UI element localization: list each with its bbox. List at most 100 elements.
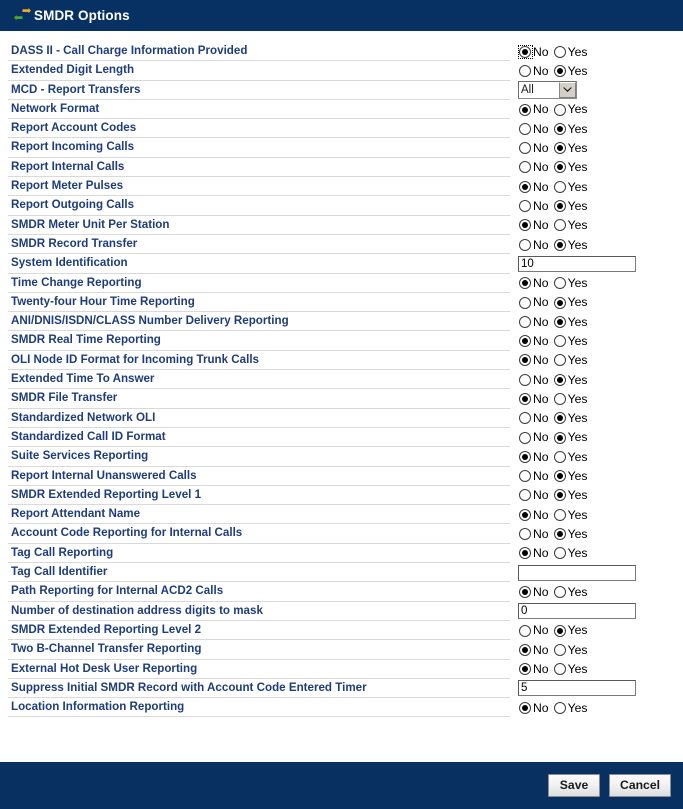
radio-option-yes[interactable]: Yes [553, 701, 591, 715]
radio-option-no[interactable]: No [518, 103, 552, 117]
radio-option-no[interactable]: No [518, 701, 552, 715]
radio-option-yes[interactable]: Yes [553, 238, 591, 252]
radio-button-yes[interactable] [553, 643, 568, 657]
radio-button-no[interactable] [518, 238, 533, 252]
radio-button-no[interactable] [518, 431, 533, 445]
radio-button-yes[interactable] [553, 527, 568, 541]
radio-option-no[interactable]: No [518, 296, 552, 310]
radio-option-no[interactable]: No [518, 373, 552, 387]
radio-button-yes[interactable] [553, 450, 568, 464]
radio-button-yes[interactable] [553, 701, 568, 715]
radio-option-yes[interactable]: Yes [553, 373, 591, 387]
radio-button-no[interactable] [518, 392, 533, 406]
radio-button-yes[interactable] [553, 122, 568, 136]
text-input[interactable] [518, 603, 636, 620]
radio-option-no[interactable]: No [518, 44, 552, 59]
radio-option-no[interactable]: No [518, 199, 552, 213]
radio-button-no[interactable] [518, 508, 533, 522]
radio-option-yes[interactable]: Yes [553, 488, 591, 502]
radio-option-no[interactable]: No [518, 141, 552, 155]
radio-option-no[interactable]: No [518, 469, 552, 483]
radio-button-no[interactable] [518, 141, 533, 155]
radio-option-yes[interactable]: Yes [553, 199, 591, 213]
radio-option-no[interactable]: No [518, 276, 552, 290]
radio-button-no[interactable] [518, 469, 533, 483]
chevron-down-icon[interactable] [559, 82, 576, 99]
radio-button-no[interactable] [518, 643, 533, 657]
radio-option-yes[interactable]: Yes [553, 643, 591, 657]
radio-option-yes[interactable]: Yes [553, 411, 591, 425]
radio-button-no[interactable] [518, 662, 533, 676]
radio-option-yes[interactable]: Yes [553, 662, 591, 676]
radio-option-no[interactable]: No [518, 218, 552, 232]
radio-button-no[interactable] [518, 276, 533, 290]
radio-button-no[interactable] [518, 296, 533, 310]
radio-option-no[interactable]: No [518, 662, 552, 676]
radio-button-no[interactable] [518, 373, 533, 387]
radio-button-yes[interactable] [553, 199, 568, 213]
radio-option-yes[interactable]: Yes [553, 469, 591, 483]
radio-button-no[interactable] [518, 585, 533, 599]
radio-option-no[interactable]: No [518, 488, 552, 502]
radio-button-yes[interactable] [553, 64, 568, 78]
radio-option-yes[interactable]: Yes [553, 122, 591, 136]
radio-button-no[interactable] [518, 624, 533, 638]
radio-option-yes[interactable]: Yes [553, 508, 591, 522]
radio-option-no[interactable]: No [518, 508, 552, 522]
radio-option-yes[interactable]: Yes [553, 276, 591, 290]
radio-option-no[interactable]: No [518, 411, 552, 425]
radio-option-no[interactable]: No [518, 334, 552, 348]
radio-option-no[interactable]: No [518, 450, 552, 464]
radio-button-yes[interactable] [553, 508, 568, 522]
radio-button-yes[interactable] [553, 411, 568, 425]
radio-button-yes[interactable] [553, 488, 568, 502]
radio-option-no[interactable]: No [518, 546, 552, 560]
radio-button-no[interactable] [518, 527, 533, 541]
radio-option-yes[interactable]: Yes [553, 546, 591, 560]
radio-option-no[interactable]: No [518, 392, 552, 406]
radio-option-no[interactable]: No [518, 238, 552, 252]
radio-button-no[interactable] [518, 122, 533, 136]
radio-button-no[interactable] [518, 180, 533, 194]
radio-button-yes[interactable] [553, 431, 568, 445]
radio-option-no[interactable]: No [518, 353, 552, 367]
text-input[interactable] [518, 255, 636, 272]
radio-button-yes[interactable] [553, 276, 568, 290]
radio-button-no[interactable] [518, 701, 533, 715]
radio-button-yes[interactable] [553, 469, 568, 483]
radio-button-yes[interactable] [553, 546, 568, 560]
radio-button-no[interactable] [518, 44, 533, 59]
radio-button-no[interactable] [518, 411, 533, 425]
radio-option-yes[interactable]: Yes [553, 103, 591, 117]
radio-option-yes[interactable]: Yes [553, 624, 591, 638]
radio-button-yes[interactable] [553, 45, 568, 59]
radio-option-yes[interactable]: Yes [553, 180, 591, 194]
radio-option-no[interactable]: No [518, 64, 552, 78]
radio-option-yes[interactable]: Yes [553, 585, 591, 599]
radio-option-yes[interactable]: Yes [553, 353, 591, 367]
radio-button-no[interactable] [518, 334, 533, 348]
radio-option-no[interactable]: No [518, 527, 552, 541]
radio-button-no[interactable] [518, 64, 533, 78]
radio-button-yes[interactable] [553, 296, 568, 310]
radio-option-yes[interactable]: Yes [553, 45, 591, 59]
radio-option-yes[interactable]: Yes [553, 64, 591, 78]
radio-button-no[interactable] [518, 218, 533, 232]
radio-option-no[interactable]: No [518, 315, 552, 329]
radio-button-yes[interactable] [553, 238, 568, 252]
radio-option-yes[interactable]: Yes [553, 160, 591, 174]
radio-button-yes[interactable] [553, 103, 568, 117]
radio-button-yes[interactable] [553, 334, 568, 348]
radio-button-no[interactable] [518, 546, 533, 560]
radio-option-no[interactable]: No [518, 160, 552, 174]
radio-button-yes[interactable] [553, 141, 568, 155]
radio-option-yes[interactable]: Yes [553, 334, 591, 348]
radio-button-no[interactable] [518, 160, 533, 174]
cancel-button[interactable]: Cancel [609, 774, 671, 797]
radio-button-no[interactable] [518, 353, 533, 367]
save-button[interactable]: Save [548, 774, 601, 797]
radio-button-yes[interactable] [553, 662, 568, 676]
text-input[interactable] [518, 680, 636, 697]
radio-button-no[interactable] [518, 488, 533, 502]
radio-option-yes[interactable]: Yes [553, 296, 591, 310]
